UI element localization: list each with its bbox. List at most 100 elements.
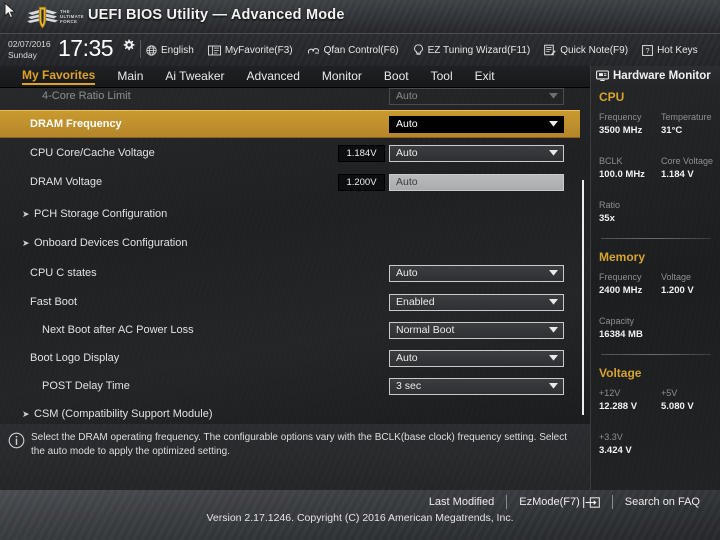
hw-metric-label: +12V bbox=[599, 388, 621, 398]
chevron-down-icon[interactable] bbox=[549, 327, 563, 333]
setting-row[interactable]: CPU C states Auto bbox=[0, 259, 580, 287]
setting-label: CPU C states bbox=[30, 267, 97, 279]
tab-tool[interactable]: Tool bbox=[431, 69, 453, 84]
ez-tuning-wizard-label: EZ Tuning Wizard(F11) bbox=[427, 44, 531, 56]
setting-value: Auto bbox=[396, 267, 418, 279]
hw-metric-value: 1.200 V bbox=[661, 285, 694, 296]
info-toolbar: 02/07/2016 Sunday 17:35 English MyFavori… bbox=[0, 34, 720, 66]
setting-row[interactable]: 4-Core Ratio Limit Auto bbox=[0, 88, 580, 110]
setting-row[interactable]: DRAM Voltage 1.200V Auto bbox=[0, 168, 580, 196]
setting-dropdown[interactable]: Auto bbox=[389, 115, 564, 133]
hw-metric-label: Frequency bbox=[599, 112, 642, 122]
setting-label: 4-Core Ratio Limit bbox=[42, 90, 131, 102]
globe-icon bbox=[146, 44, 157, 56]
setting-row[interactable]: ➤ PCH Storage Configuration bbox=[0, 200, 580, 228]
setting-dropdown[interactable]: Auto bbox=[389, 264, 564, 282]
quick-note-label: Quick Note(F9) bbox=[560, 44, 629, 56]
hw-section-divider bbox=[601, 354, 711, 355]
gear-icon[interactable] bbox=[122, 39, 135, 52]
main-tabs: My Favorites Main Ai Tweaker Advanced Mo… bbox=[0, 66, 590, 88]
clock-display: 17:35 bbox=[58, 35, 114, 61]
setting-label: CPU Core/Cache Voltage bbox=[30, 147, 155, 159]
hw-metric-label: Voltage bbox=[661, 272, 692, 282]
hot-keys-button[interactable]: ? Hot Keys bbox=[642, 45, 698, 56]
hw-metric-value: 2400 MHz bbox=[599, 285, 643, 296]
setting-dropdown[interactable]: Auto bbox=[389, 349, 564, 367]
arrow-into-box-icon bbox=[582, 496, 600, 509]
ezmode-button[interactable]: EzMode(F7) bbox=[507, 496, 612, 509]
svg-text:?: ? bbox=[646, 45, 650, 54]
voltage-readout: 1.200V bbox=[338, 173, 385, 191]
setting-dropdown[interactable]: 3 sec bbox=[389, 377, 564, 395]
search-on-faq-button[interactable]: Search on FAQ bbox=[613, 496, 712, 508]
ez-tuning-wizard-button[interactable]: EZ Tuning Wizard(F11) bbox=[413, 44, 531, 56]
fan-icon bbox=[307, 45, 320, 56]
myfavorite-button[interactable]: MyFavorite(F3) bbox=[207, 44, 293, 56]
setting-row[interactable]: ➤ CSM (Compatibility Support Module) bbox=[0, 400, 580, 424]
hw-metric-label: BCLK bbox=[599, 156, 623, 166]
tab-exit[interactable]: Exit bbox=[475, 69, 495, 84]
setting-label: PCH Storage Configuration bbox=[34, 208, 168, 220]
setting-value: Auto bbox=[396, 118, 418, 130]
tab-main[interactable]: Main bbox=[117, 69, 143, 84]
setting-dropdown[interactable]: Enabled bbox=[389, 293, 564, 311]
chevron-down-icon[interactable] bbox=[549, 93, 563, 99]
chevron-down-icon[interactable] bbox=[549, 355, 563, 361]
setting-row[interactable]: Fast Boot Enabled bbox=[0, 288, 580, 316]
tab-advanced[interactable]: Advanced bbox=[247, 69, 300, 84]
tab-my-favorites[interactable]: My Favorites bbox=[22, 68, 96, 85]
monitor-icon bbox=[596, 70, 609, 82]
question-box-icon: ? bbox=[642, 44, 653, 56]
hw-metric-value: 3500 MHz bbox=[599, 125, 643, 136]
hw-metric-value: 31°C bbox=[661, 125, 683, 136]
footer-actions: Last Modified EzMode(F7) Search on FAQ bbox=[417, 495, 712, 509]
setting-row[interactable]: CPU Core/Cache Voltage 1.184V Auto bbox=[0, 139, 580, 167]
hw-metric-value: 1.184 V bbox=[661, 169, 694, 180]
last-modified-label: Last Modified bbox=[428, 496, 495, 508]
tuf-ultimate-force-logo: THE ULTIMATE FORCE bbox=[26, 4, 84, 30]
hw-section-title: Voltage bbox=[599, 366, 642, 380]
date-value: 02/07/2016 bbox=[8, 39, 51, 49]
setting-value: 3 sec bbox=[396, 380, 422, 392]
hw-metric-label: Ratio bbox=[599, 200, 621, 210]
chevron-right-icon: ➤ bbox=[22, 408, 30, 419]
setting-label: POST Delay Time bbox=[42, 380, 130, 392]
setting-row[interactable]: ➤ Onboard Devices Configuration bbox=[0, 229, 580, 257]
setting-input[interactable]: Auto bbox=[389, 173, 564, 191]
quick-note-button[interactable]: Quick Note(F9) bbox=[544, 44, 628, 56]
setting-row[interactable]: Next Boot after AC Power Loss Normal Boot bbox=[0, 316, 580, 344]
chevron-down-icon[interactable] bbox=[549, 121, 563, 127]
setting-row[interactable]: DRAM Frequency Auto bbox=[0, 110, 580, 138]
chevron-down-icon[interactable] bbox=[549, 150, 563, 156]
setting-dropdown[interactable]: Normal Boot bbox=[389, 321, 564, 339]
tab-ai-tweaker[interactable]: Ai Tweaker bbox=[165, 69, 224, 84]
toolbar-divider bbox=[140, 40, 141, 58]
tab-boot[interactable]: Boot bbox=[384, 69, 409, 84]
setting-row[interactable]: Boot Logo Display Auto bbox=[0, 344, 580, 372]
info-icon bbox=[8, 432, 25, 449]
chevron-down-icon[interactable] bbox=[549, 383, 563, 389]
setting-dropdown[interactable]: Auto bbox=[389, 144, 564, 162]
last-modified-button[interactable]: Last Modified bbox=[417, 496, 506, 508]
chevron-down-icon[interactable] bbox=[549, 299, 563, 305]
language-label: English bbox=[161, 44, 194, 56]
hw-metric-value: 100.0 MHz bbox=[599, 169, 645, 180]
voltage-readout: 1.184V bbox=[338, 144, 385, 162]
setting-label: DRAM Frequency bbox=[30, 118, 122, 130]
hw-metric-value: 12.288 V bbox=[599, 401, 638, 412]
myfavorite-label: MyFavorite(F3) bbox=[224, 44, 293, 56]
tab-monitor[interactable]: Monitor bbox=[322, 69, 362, 84]
language-button[interactable]: English bbox=[146, 45, 194, 56]
hardware-monitor-panel: Hardware Monitor CPU Frequency 3500 MHz Tem… bbox=[590, 66, 720, 490]
svg-text:FORCE: FORCE bbox=[60, 19, 77, 24]
hw-metric-label: +3.3V bbox=[599, 432, 623, 442]
chevron-right-icon: ➤ bbox=[22, 208, 30, 219]
setting-label: CSM (Compatibility Support Module) bbox=[34, 408, 213, 420]
scrollbar-thumb[interactable] bbox=[582, 180, 584, 415]
hw-metric-value: 3.424 V bbox=[599, 445, 632, 456]
setting-dropdown[interactable]: Auto bbox=[389, 88, 564, 105]
settings-list: 4-Core Ratio Limit Auto DRAM Frequency Auto… bbox=[0, 88, 590, 424]
qfan-control-button[interactable]: Qfan Control(F6) bbox=[307, 45, 399, 56]
setting-row[interactable]: POST Delay Time 3 sec bbox=[0, 372, 580, 400]
chevron-down-icon[interactable] bbox=[549, 270, 563, 276]
